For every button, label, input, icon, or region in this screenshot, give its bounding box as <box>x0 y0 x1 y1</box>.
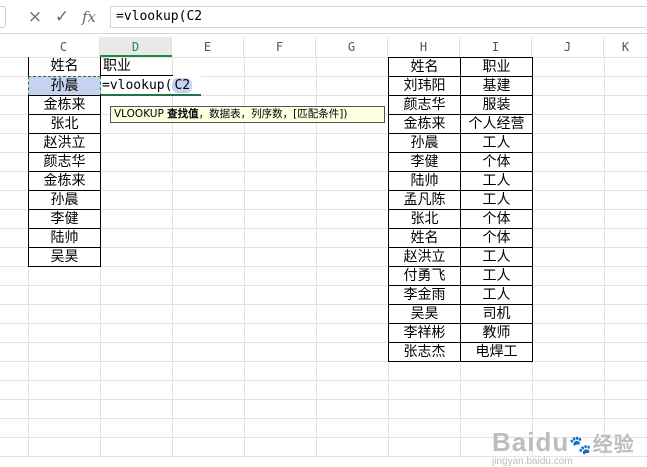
lookup-cell-occupation[interactable]: 工人 <box>460 266 533 286</box>
grid-row-line <box>0 361 647 362</box>
lookup-cell-name[interactable]: 孟凡陈 <box>388 190 461 210</box>
column-header-k[interactable]: K <box>604 37 647 57</box>
lookup-cell-name[interactable]: 刘玮阳 <box>388 76 461 96</box>
lookup-cell-occupation[interactable]: 个体 <box>460 228 533 248</box>
name-box-edge[interactable] <box>0 6 6 28</box>
lookup-cell-name[interactable]: 孙晨 <box>388 133 461 153</box>
function-tooltip: VLOOKUP 查找值，数据表，列序数，[匹配条件]) <box>110 106 385 123</box>
lookup-cell-name[interactable]: 吴昊 <box>388 304 461 324</box>
watermark-brand-cn: 经验 <box>592 434 635 456</box>
lookup-cell-occupation[interactable]: 服装 <box>460 95 533 115</box>
cell-c7[interactable]: 金栋来 <box>28 171 101 191</box>
lookup-cell-occupation[interactable]: 个人经营 <box>460 114 533 134</box>
lookup-cell-occupation[interactable]: 工人 <box>460 247 533 267</box>
lookup-cell-occupation[interactable]: 工人 <box>460 190 533 210</box>
tooltip-remaining-args: ，数据表，列序数，[匹配条件]) <box>198 108 348 120</box>
cell-c2-selected[interactable]: 孙晨 <box>28 76 101 96</box>
formula-input[interactable]: =vlookup(C2 <box>110 6 646 28</box>
cell-d1-header[interactable]: 职业 <box>101 57 173 76</box>
cell-c5[interactable]: 赵洪立 <box>28 133 101 153</box>
tooltip-current-arg: 查找值 <box>167 108 199 120</box>
column-header-j[interactable]: J <box>532 37 604 57</box>
cell-d2-formula-text: =vlookup( <box>102 78 173 93</box>
grid-row-line <box>0 285 647 286</box>
cell-c6[interactable]: 颜志华 <box>28 152 101 172</box>
cell-c11[interactable]: 吴昊 <box>28 247 101 267</box>
column-header-d[interactable]: D <box>100 37 172 57</box>
column-header-h[interactable]: H <box>388 37 460 57</box>
lookup-header-name[interactable]: 姓名 <box>388 57 461 77</box>
grid-row-line <box>0 399 647 400</box>
cell-c1-header[interactable]: 姓名 <box>28 57 101 77</box>
lookup-cell-name[interactable]: 李祥彬 <box>388 323 461 343</box>
lookup-cell-name[interactable]: 姓名 <box>388 228 461 248</box>
grid-row-line <box>0 304 647 305</box>
lookup-cell-occupation[interactable]: 工人 <box>460 133 533 153</box>
confirm-icon[interactable]: ✓ <box>51 6 73 28</box>
cell-c10[interactable]: 陆帅 <box>28 228 101 248</box>
tooltip-function-name: VLOOKUP <box>114 108 164 120</box>
lookup-cell-name[interactable]: 陆帅 <box>388 171 461 191</box>
lookup-cell-name[interactable]: 颜志华 <box>388 95 461 115</box>
fx-icon[interactable]: fx <box>78 6 100 28</box>
grid-row-line <box>0 342 647 343</box>
lookup-cell-name[interactable]: 李健 <box>388 152 461 172</box>
lookup-header-occupation[interactable]: 职业 <box>460 57 533 77</box>
grid-row-line <box>0 380 647 381</box>
column-header-g[interactable]: G <box>316 37 388 57</box>
lookup-cell-name[interactable]: 张志杰 <box>388 342 461 362</box>
cell-c3[interactable]: 金栋来 <box>28 95 101 115</box>
lookup-cell-occupation[interactable]: 工人 <box>460 171 533 191</box>
lookup-cell-occupation[interactable]: 基建 <box>460 76 533 96</box>
grid-column-line <box>604 57 605 457</box>
spreadsheet-grid[interactable]: C D E F G H I J K 姓名 孙晨 金栋来 张北 赵洪立 颜志华 金… <box>0 34 647 467</box>
lookup-cell-name[interactable]: 付勇飞 <box>388 266 461 286</box>
cell-d2-reference-chip: C2 <box>172 78 193 93</box>
cell-c4[interactable]: 张北 <box>28 114 101 134</box>
lookup-cell-occupation[interactable]: 工人 <box>460 285 533 305</box>
column-header-f[interactable]: F <box>244 37 316 57</box>
lookup-cell-occupation[interactable]: 个体 <box>460 152 533 172</box>
grid-row-line <box>0 418 647 419</box>
cell-d2-editing[interactable]: =vlookup(C2 <box>101 76 201 96</box>
cell-c8[interactable]: 孙晨 <box>28 190 101 210</box>
lookup-cell-name[interactable]: 赵洪立 <box>388 247 461 267</box>
lookup-cell-occupation[interactable]: 教师 <box>460 323 533 343</box>
lookup-cell-name[interactable]: 金栋来 <box>388 114 461 134</box>
lookup-cell-name[interactable]: 张北 <box>388 209 461 229</box>
lookup-cell-occupation[interactable]: 电焊工 <box>460 342 533 362</box>
formula-bar: × ✓ fx =vlookup(C2 <box>0 0 647 34</box>
column-header-e[interactable]: E <box>172 37 244 57</box>
cell-c9[interactable]: 李健 <box>28 209 101 229</box>
paw-icon: 🐾 <box>569 435 593 455</box>
lookup-cell-occupation[interactable]: 司机 <box>460 304 533 324</box>
column-header-i[interactable]: I <box>460 37 532 57</box>
cancel-icon[interactable]: × <box>24 6 46 28</box>
watermark: Baidu🐾经验 jingyan.baidu.com <box>492 427 635 467</box>
watermark-brand: Baidu <box>492 427 570 457</box>
grid-row-line <box>0 323 647 324</box>
column-header-c[interactable]: C <box>28 37 100 57</box>
lookup-cell-name[interactable]: 李金雨 <box>388 285 461 305</box>
lookup-cell-occupation[interactable]: 个体 <box>460 209 533 229</box>
